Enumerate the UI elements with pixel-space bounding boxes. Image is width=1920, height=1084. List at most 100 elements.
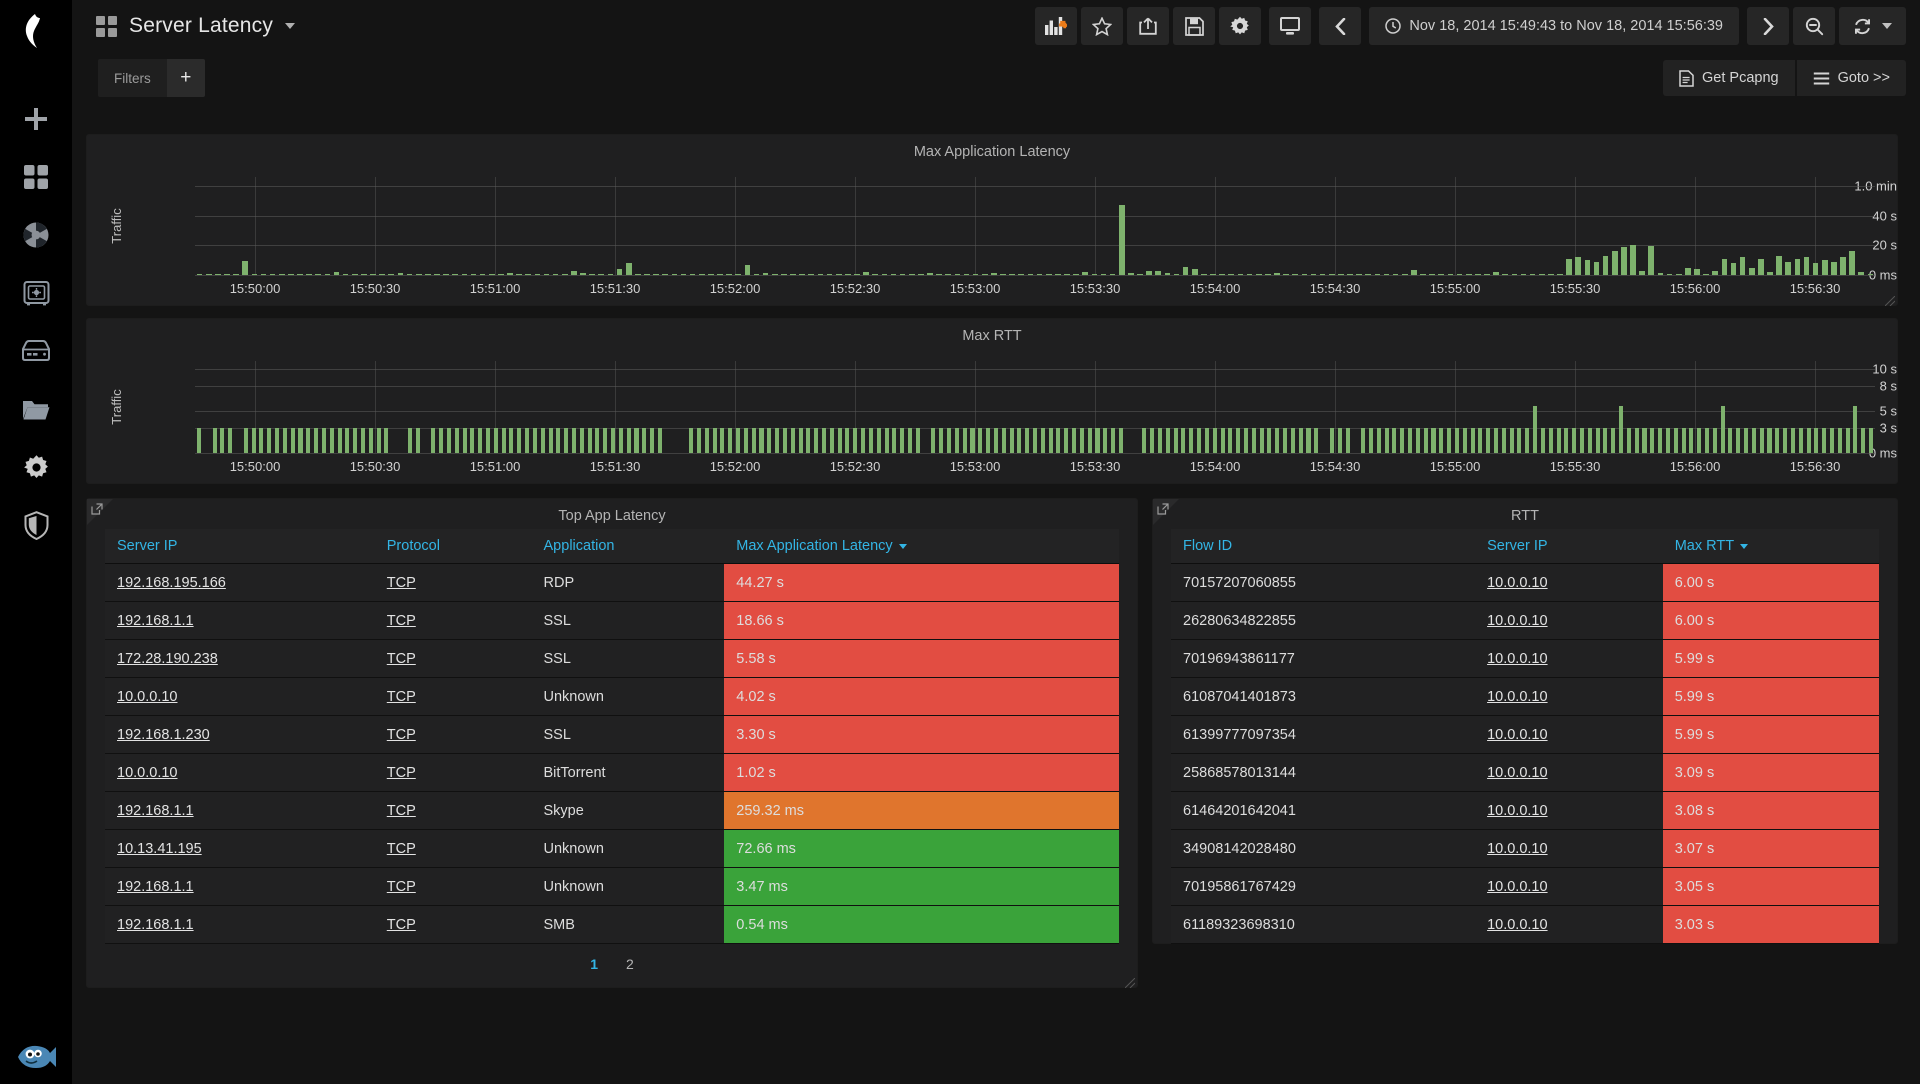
server-ip-link[interactable]: 192.168.1.1 [117,917,194,933]
time-next-button[interactable] [1747,7,1789,45]
protocol-link[interactable]: TCP [387,803,416,819]
server-ip-link[interactable]: 10.0.0.10 [1487,613,1547,629]
server-ip-cell[interactable]: 10.0.0.10 [105,678,375,716]
time-prev-button[interactable] [1319,7,1361,45]
server-ip-cell[interactable]: 10.0.0.10 [1475,792,1663,830]
server-ip-cell[interactable]: 10.0.0.10 [105,754,375,792]
column-header[interactable]: Max Application Latency [724,529,1119,564]
server-ip-link[interactable]: 10.0.0.10 [1487,689,1547,705]
add-panel-button[interactable] [1035,7,1077,45]
server-ip-cell[interactable]: 192.168.195.166 [105,564,375,602]
star-button[interactable] [1081,7,1123,45]
server-ip-link[interactable]: 172.28.190.238 [117,651,218,667]
sidebar-item-security[interactable] [21,510,51,540]
protocol-cell[interactable]: TCP [375,830,532,868]
server-ip-link[interactable]: 192.168.1.230 [117,727,210,743]
chart-max-application-latency[interactable]: Traffic1.0 min40 s20 s0 ms15:50:0015:50:… [87,165,1897,305]
server-ip-link[interactable]: 10.0.0.10 [1487,727,1547,743]
dashboard-title-group[interactable]: Server Latency [96,14,295,38]
server-ip-cell[interactable]: 192.168.1.1 [105,868,375,906]
protocol-cell[interactable]: TCP [375,906,532,944]
page-link[interactable]: 2 [626,956,634,972]
server-ip-cell[interactable]: 172.28.190.238 [105,640,375,678]
protocol-cell[interactable]: TCP [375,716,532,754]
protocol-cell[interactable]: TCP [375,678,532,716]
protocol-link[interactable]: TCP [387,575,416,591]
sidebar-item-explore[interactable] [21,220,51,250]
tv-mode-button[interactable] [1269,7,1311,45]
bottom-logo[interactable] [0,1042,72,1072]
sidebar-item-dashboards[interactable] [21,162,51,192]
protocol-cell[interactable]: TCP [375,754,532,792]
server-ip-link[interactable]: 10.0.0.10 [1487,917,1547,933]
column-header[interactable]: Max RTT [1663,529,1879,564]
column-header[interactable]: Server IP [1475,529,1663,564]
server-ip-link[interactable]: 10.13.41.195 [117,841,202,857]
server-ip-cell[interactable]: 192.168.1.230 [105,716,375,754]
app-logo[interactable] [0,0,72,62]
sidebar-item-create[interactable] [21,104,51,134]
server-ip-cell[interactable]: 192.168.1.1 [105,906,375,944]
server-ip-link[interactable]: 10.0.0.10 [1487,879,1547,895]
protocol-link[interactable]: TCP [387,917,416,933]
time-range-picker[interactable]: Nov 18, 2014 15:49:43 to Nov 18, 2014 15… [1369,7,1739,45]
column-header[interactable]: Application [532,529,725,564]
server-ip-link[interactable]: 10.0.0.10 [117,765,177,781]
server-ip-cell[interactable]: 10.0.0.10 [1475,716,1663,754]
server-ip-cell[interactable]: 10.0.0.10 [1475,678,1663,716]
server-ip-link[interactable]: 192.168.1.1 [117,803,194,819]
get-pcapng-button[interactable]: Get Pcapng [1663,60,1795,96]
zoom-out-button[interactable] [1793,7,1835,45]
chart-max-rtt[interactable]: Traffic10 s8 s5 s3 s0 ms15:50:0015:50:30… [87,349,1897,483]
server-ip-link[interactable]: 10.0.0.10 [117,689,177,705]
panel-resize-handle[interactable] [1125,975,1135,985]
server-ip-cell[interactable]: 10.0.0.10 [1475,564,1663,602]
protocol-link[interactable]: TCP [387,613,416,629]
refresh-dropdown-icon[interactable] [1882,23,1892,29]
server-ip-cell[interactable]: 10.0.0.10 [1475,830,1663,868]
protocol-link[interactable]: TCP [387,879,416,895]
external-link-icon[interactable] [1157,502,1169,520]
sidebar-item-vault[interactable] [21,278,51,308]
sidebar-item-settings[interactable] [21,452,51,482]
page-link[interactable]: 1 [590,956,598,972]
protocol-link[interactable]: TCP [387,651,416,667]
column-header[interactable]: Server IP [105,529,375,564]
server-ip-link[interactable]: 10.0.0.10 [1487,841,1547,857]
server-ip-link[interactable]: 192.168.195.166 [117,575,226,591]
sidebar-item-servers[interactable] [21,336,51,366]
refresh-button[interactable] [1839,7,1906,45]
share-button[interactable] [1127,7,1169,45]
panel-resize-handle[interactable] [1885,293,1895,303]
protocol-cell[interactable]: TCP [375,792,532,830]
sidebar-item-files[interactable] [21,394,51,424]
protocol-cell[interactable]: TCP [375,602,532,640]
server-ip-cell[interactable]: 10.0.0.10 [1475,640,1663,678]
protocol-link[interactable]: TCP [387,765,416,781]
external-link-icon[interactable] [91,502,103,520]
settings-button[interactable] [1219,7,1261,45]
server-ip-cell[interactable]: 10.0.0.10 [1475,754,1663,792]
server-ip-link[interactable]: 10.0.0.10 [1487,803,1547,819]
chevron-down-icon[interactable] [285,23,295,29]
protocol-link[interactable]: TCP [387,841,416,857]
save-button[interactable] [1173,7,1215,45]
column-header[interactable]: Flow ID [1171,529,1475,564]
column-header[interactable]: Protocol [375,529,532,564]
protocol-cell[interactable]: TCP [375,868,532,906]
server-ip-cell[interactable]: 192.168.1.1 [105,602,375,640]
protocol-link[interactable]: TCP [387,727,416,743]
goto-button[interactable]: Goto >> [1797,60,1906,96]
server-ip-link[interactable]: 192.168.1.1 [117,613,194,629]
server-ip-cell[interactable]: 192.168.1.1 [105,792,375,830]
server-ip-cell[interactable]: 10.13.41.195 [105,830,375,868]
server-ip-cell[interactable]: 10.0.0.10 [1475,602,1663,640]
add-filter-button[interactable]: + [167,59,205,97]
protocol-cell[interactable]: TCP [375,564,532,602]
server-ip-link[interactable]: 10.0.0.10 [1487,765,1547,781]
server-ip-link[interactable]: 10.0.0.10 [1487,651,1547,667]
protocol-link[interactable]: TCP [387,689,416,705]
server-ip-link[interactable]: 10.0.0.10 [1487,575,1547,591]
server-ip-cell[interactable]: 10.0.0.10 [1475,906,1663,944]
server-ip-link[interactable]: 192.168.1.1 [117,879,194,895]
